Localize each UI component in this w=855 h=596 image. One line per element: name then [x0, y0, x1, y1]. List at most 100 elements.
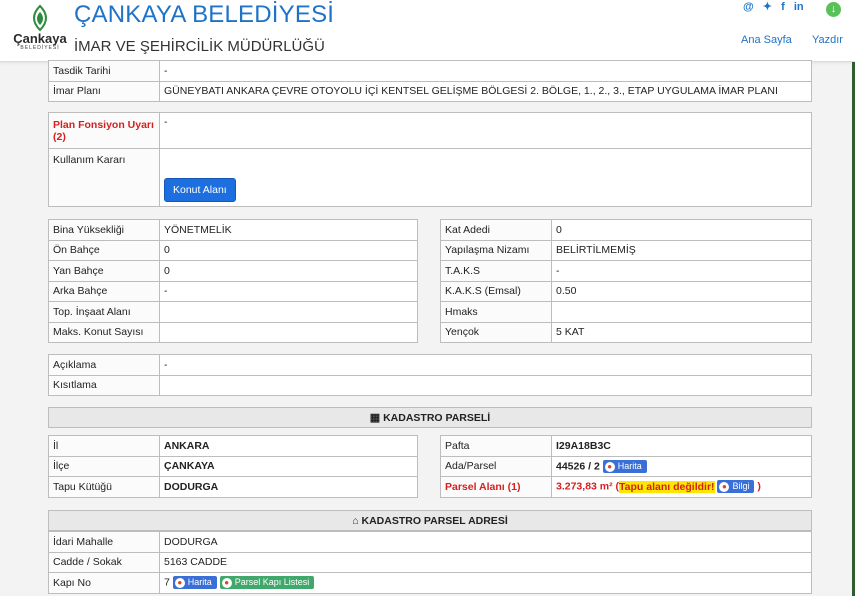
- list-icon: ●: [221, 578, 232, 589]
- email-icon[interactable]: @: [743, 1, 754, 13]
- row-value: 0: [551, 219, 812, 241]
- row-label: Ön Bahçe: [48, 239, 160, 261]
- row-label: Yan Bahçe: [48, 260, 160, 282]
- row-value: -: [159, 280, 418, 302]
- warning-label-text: Plan Fonsiyon Uyarı: [53, 118, 154, 131]
- linkedin-icon[interactable]: in: [794, 1, 804, 13]
- warning-footnote[interactable]: (2): [53, 131, 66, 143]
- table-row: Kapı No 7 ● Harita ● Parsel Kapı Listesi: [48, 572, 812, 594]
- map-pin-icon: ●: [604, 461, 615, 472]
- table-row: Yençok 5 KAT: [440, 321, 812, 343]
- row-label: Kapı No: [48, 572, 160, 594]
- kapi-no-value: 7: [164, 576, 170, 589]
- row-label: Pafta: [440, 435, 552, 457]
- table-row: Yan Bahçe 0: [48, 260, 418, 282]
- row-label: Kat Adedi: [440, 219, 552, 241]
- page-subtitle: İMAR VE ŞEHİRCİLİK MÜDÜRLÜĞÜ: [74, 38, 325, 55]
- adres-title: KADASTRO PARSEL ADRESİ: [361, 514, 508, 527]
- map-pin-icon: ●: [174, 578, 185, 589]
- table-row: Yapılaşma Nizamı BELİRTİLMEMİŞ: [440, 239, 812, 261]
- table-row: Top. İnşaat Alanı: [48, 301, 418, 323]
- table-row: ▦ KADASTRO PARSELİ: [48, 407, 812, 428]
- table-row: Tasdik Tarihi -: [48, 60, 812, 82]
- row-label: İl: [48, 435, 160, 457]
- kullanim-label: Kullanım Kararı: [48, 148, 160, 207]
- page-header: Çankaya BELEDİYESİ ÇANKAYA BELEDİYESİ İM…: [0, 0, 855, 62]
- plan-warning-value: -: [159, 112, 812, 149]
- harita-button[interactable]: ● Harita: [602, 459, 647, 473]
- row-label: K.A.K.S (Emsal): [440, 280, 552, 302]
- row-label: Bina Yüksekliği: [48, 219, 160, 241]
- table-row: Bina Yüksekliği YÖNETMELİK: [48, 219, 418, 241]
- row-value: GÜNEYBATI ANKARA ÇEVRE OTOYOLU İÇİ KENTS…: [159, 80, 812, 102]
- harita-label: Harita: [617, 460, 642, 471]
- tapu-warning: Tapu alanı değildir!: [619, 480, 715, 493]
- paren-close: ): [757, 480, 761, 493]
- table-row: Ön Bahçe 0: [48, 239, 418, 261]
- pafta-value: I29A18B3C: [551, 435, 812, 457]
- cankaya-logo[interactable]: Çankaya BELEDİYESİ: [10, 4, 70, 58]
- parsel-kapi-listesi-button[interactable]: ● Parsel Kapı Listesi: [219, 576, 315, 590]
- table-row: T.A.K.S -: [440, 260, 812, 282]
- table-row: Kullanım Kararı Konut Alanı: [48, 148, 812, 207]
- facebook-icon[interactable]: f: [781, 1, 785, 13]
- table-row: Açıklama -: [48, 354, 812, 376]
- row-value: [159, 374, 812, 396]
- ada-parsel-value: 44526 / 2: [556, 460, 600, 473]
- home-icon: ⌂: [352, 514, 359, 527]
- parsel-alani-footnote[interactable]: (1): [508, 481, 521, 493]
- kadastro-title: KADASTRO PARSELİ: [383, 412, 491, 424]
- kapi-harita-button[interactable]: ● Harita: [172, 576, 217, 590]
- table-row: Kat Adedi 0: [440, 219, 812, 241]
- plan-function-table: Plan Fonsiyon Uyarı (2) - Kullanım Karar…: [48, 112, 812, 207]
- adres-title-cell: ⌂ KADASTRO PARSEL ADRESİ: [48, 510, 812, 531]
- download-icon[interactable]: ↓: [826, 2, 841, 17]
- row-value: BELİRTİLMEMİŞ: [551, 239, 812, 261]
- konut-alani-button[interactable]: Konut Alanı: [164, 178, 236, 202]
- building-details-right: Kat Adedi 0 Yapılaşma Nizamı BELİRTİLMEMİŞ…: [440, 219, 812, 343]
- row-label: Top. İnşaat Alanı: [48, 301, 160, 323]
- row-label: Yapılaşma Nizamı: [440, 239, 552, 261]
- row-label: Hmaks: [440, 301, 552, 323]
- row-value: [159, 301, 418, 323]
- row-value: -: [551, 260, 812, 282]
- row-value: -: [159, 354, 812, 376]
- table-row: Ada/Parsel 44526 / 2 ● Harita: [440, 455, 812, 477]
- table-row: Cadde / Sokak 5163 CADDE: [48, 551, 812, 573]
- plan-warning-label: Plan Fonsiyon Uyarı (2): [48, 112, 160, 149]
- row-label: İlçe: [48, 455, 160, 477]
- row-label: İdari Mahalle: [48, 531, 160, 553]
- bilgi-label: Bilgi: [732, 481, 750, 492]
- table-row: Pafta I29A18B3C: [440, 435, 812, 457]
- row-value: 5163 CADDE: [159, 551, 812, 573]
- twitter-icon[interactable]: ✦: [763, 1, 772, 13]
- notes-table: Açıklama - Kısıtlama: [48, 354, 812, 396]
- kullanim-value: Konut Alanı: [159, 148, 812, 207]
- row-value: [159, 321, 418, 343]
- table-row: ⌂ KADASTRO PARSEL ADRESİ: [48, 510, 812, 531]
- kadastro-title-cell: ▦ KADASTRO PARSELİ: [48, 407, 812, 428]
- grid-icon: ▦: [369, 412, 381, 424]
- nav-print-link[interactable]: Yazdır: [812, 34, 843, 46]
- row-value: [551, 301, 812, 323]
- nav-home-link[interactable]: Ana Sayfa: [741, 34, 792, 46]
- table-row: İl ANKARA: [48, 435, 418, 457]
- row-value: DODURGA: [159, 531, 812, 553]
- row-label: Ada/Parsel: [440, 455, 552, 477]
- building-details-left: Bina Yüksekliği YÖNETMELİK Ön Bahçe 0 Yan …: [48, 219, 418, 343]
- row-value: 0: [159, 239, 418, 261]
- row-value: 0: [159, 260, 418, 282]
- row-label: Maks. Konut Sayısı: [48, 321, 160, 343]
- row-value: ÇANKAYA: [159, 455, 418, 477]
- page-title: ÇANKAYA BELEDİYESİ: [74, 1, 335, 28]
- kadastro-section-header: ▦ KADASTRO PARSELİ: [48, 407, 812, 428]
- row-value: DODURGA: [159, 476, 418, 498]
- kapi-listesi-label: Parsel Kapı Listesi: [234, 577, 310, 588]
- social-links: @ ✦ f in: [743, 0, 810, 13]
- row-label: İmar Planı: [48, 80, 160, 102]
- leaf-logo-icon: [33, 4, 47, 32]
- row-label: Cadde / Sokak: [48, 551, 160, 573]
- kadastro-right-table: Pafta I29A18B3C Ada/Parsel 44526 / 2 ● Ha…: [440, 435, 812, 498]
- table-row: Kısıtlama: [48, 374, 812, 396]
- bilgi-button[interactable]: ● Bilgi: [717, 480, 755, 494]
